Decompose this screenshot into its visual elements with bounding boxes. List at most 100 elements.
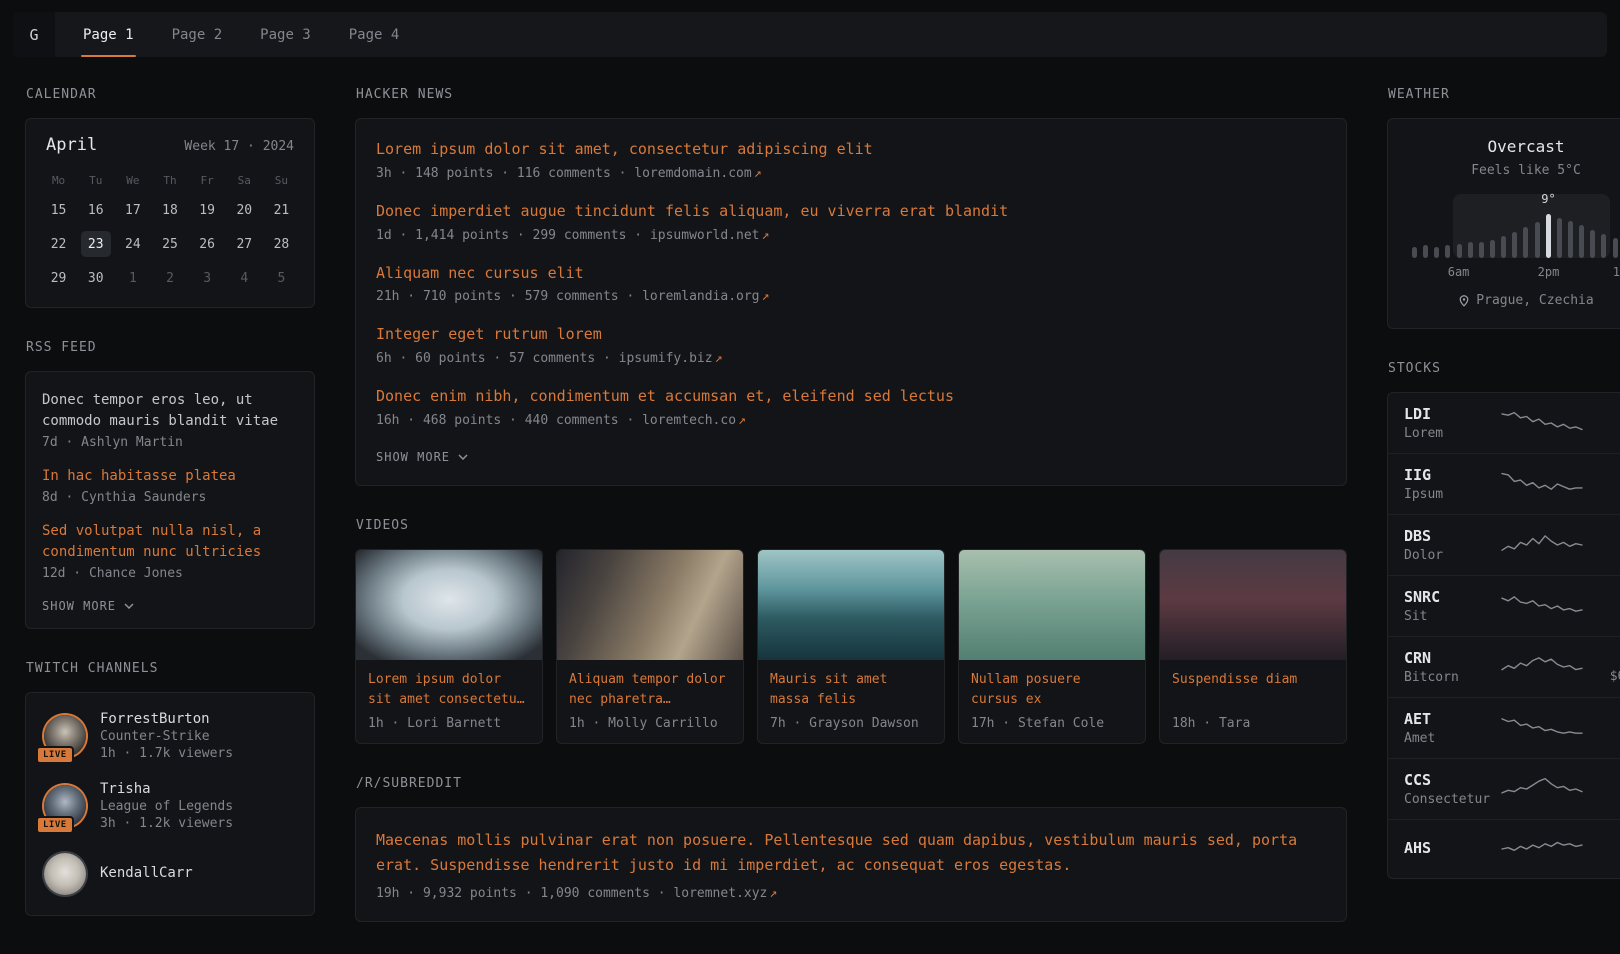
hacker-news-item-meta: 6h · 60 points · 57 comments · ipsumify.… (376, 351, 1326, 366)
weather-bar (1490, 240, 1495, 258)
stock-change: +1.42% (1584, 528, 1620, 544)
stock-values: +1.42% $156.28 (1584, 528, 1620, 562)
video-card[interactable]: Lorem ipsum dolor sit amet consectetu… 1… (355, 549, 543, 744)
weather-bar (1613, 238, 1618, 258)
stock-values: +0.51% $165.84 (1584, 772, 1620, 806)
hacker-news-item: Integer eget rutrum lorem 6h · 60 points… (376, 324, 1326, 366)
stock-price (1584, 851, 1620, 866)
twitch-channel-row[interactable]: LIVE ForrestBurton Counter-Strike 1h · 1… (42, 711, 298, 761)
calendar-day: 22 (40, 231, 77, 257)
weather-bar (1590, 230, 1595, 258)
weather-widget: WEATHER Overcast Feels like 5°C 9° 6am2p… (1387, 87, 1620, 329)
stock-sparkline (1500, 408, 1584, 438)
twitch-channel-name: ForrestBurton (100, 711, 233, 727)
stock-change: -1.00% (1584, 650, 1620, 666)
hacker-news-card: Lorem ipsum dolor sit amet, consectetur … (355, 118, 1347, 486)
stock-id: DBS Dolor (1404, 527, 1500, 563)
avatar (44, 853, 86, 895)
live-badge: LIVE (36, 746, 74, 764)
video-meta: 7h · Grayson Dawson (770, 716, 932, 731)
stock-row[interactable]: CRN Bitcorn -1.00% $66,171.48 (1388, 636, 1620, 697)
subreddit-post-domain[interactable]: loremnet.xyz (673, 886, 767, 901)
hacker-news-item-title[interactable]: Donec enim nibh, condimentum et accumsan… (376, 386, 1326, 408)
stock-values: +2.84% $42.04 (1584, 467, 1620, 501)
weather-bar (1468, 242, 1473, 258)
weather-time-label: 10pm (1613, 265, 1620, 279)
calendar-day-header: Fr (189, 171, 226, 189)
twitch-channel-row[interactable]: KendallCarr (42, 851, 298, 897)
stock-name: Lorem (1404, 426, 1500, 441)
rss-item-title[interactable]: In hac habitasse platea (42, 466, 298, 487)
video-title: Mauris sit amet massa felis (770, 670, 932, 710)
hacker-news-item-domain[interactable]: ipsumify.biz (619, 351, 713, 366)
rss-show-more-button[interactable]: SHOW MORE (42, 599, 134, 613)
twitch-channel-meta: 1h · 1.7k viewers (100, 746, 233, 761)
stock-ticker: CCS (1404, 771, 1500, 789)
nav-tab[interactable]: Page 1 (81, 12, 136, 57)
weather-bars (1408, 212, 1620, 258)
hacker-news-item: Lorem ipsum dolor sit amet, consectetur … (376, 139, 1326, 181)
calendar-day: 29 (40, 265, 77, 291)
calendar-day: 15 (40, 197, 77, 223)
hacker-news-item-domain[interactable]: loremtech.co (642, 413, 736, 428)
calendar-day-header: Tu (77, 171, 114, 189)
hacker-news-item-title[interactable]: Integer eget rutrum lorem (376, 324, 1326, 346)
video-thumbnail (758, 550, 944, 660)
stock-row[interactable]: CCS Consectetur +0.51% $165.84 (1388, 758, 1620, 819)
nav-tab-label: Page 3 (260, 27, 311, 43)
stock-sparkline (1500, 469, 1584, 499)
hacker-news-show-more-button[interactable]: SHOW MORE (376, 450, 468, 464)
stock-sparkline (1500, 713, 1584, 743)
calendar-day: 16 (77, 197, 114, 223)
video-card-body: Nullam posuere cursus ex 17h · Stefan Co… (959, 660, 1145, 743)
stock-row[interactable]: AET Amet +0.92% $499.72 (1388, 697, 1620, 758)
hacker-news-item-domain[interactable]: loremdomain.com (634, 166, 751, 181)
hacker-news-item: Donec enim nibh, condimentum et accumsan… (376, 386, 1326, 428)
stocks-section-title: STOCKS (1388, 361, 1620, 376)
weather-bar (1512, 232, 1517, 258)
hacker-news-item-meta: 1d · 1,414 points · 299 comments · ipsum… (376, 228, 1326, 243)
stock-row[interactable]: SNRC Sit +1.36% $148.64 (1388, 575, 1620, 636)
stock-sparkline (1500, 774, 1584, 804)
twitch-channel-info: Trisha League of Legends 3h · 1.2k viewe… (100, 781, 233, 831)
rss-item-title[interactable]: Sed volutpat nulla nisl, a condimentum n… (42, 521, 298, 563)
stock-ticker: CRN (1404, 649, 1500, 667)
external-link-icon: ↗ (715, 351, 723, 366)
video-meta: 1h · Molly Carrillo (569, 716, 731, 731)
twitch-channel-row[interactable]: LIVE Trisha League of Legends 3h · 1.2k … (42, 781, 298, 831)
hacker-news-item-domain[interactable]: ipsumworld.net (650, 228, 760, 243)
subreddit-post-title[interactable]: Maecenas mollis pulvinar erat non posuer… (376, 828, 1326, 878)
video-meta: 18h · Tara (1172, 716, 1334, 731)
external-link-icon: ↗ (762, 228, 770, 243)
calendar-week-year: Week 17 · 2024 (184, 139, 294, 154)
video-card-body: Mauris sit amet massa felis 7h · Grayson… (758, 660, 944, 743)
twitch-channel-info: ForrestBurton Counter-Strike 1h · 1.7k v… (100, 711, 233, 761)
stock-row[interactable]: AHS +0.46% (1388, 819, 1620, 878)
weather-location-label: Prague, Czechia (1476, 293, 1593, 308)
nav-tab-label: Page 2 (172, 27, 223, 43)
video-card[interactable]: Suspendisse diam 18h · Tara (1159, 549, 1347, 744)
nav-tab[interactable]: Page 4 (347, 12, 402, 57)
stock-values: +1.36% $148.64 (1584, 589, 1620, 623)
calendar-day: 25 (151, 231, 188, 257)
hacker-news-item-title[interactable]: Donec imperdiet augue tincidunt felis al… (376, 201, 1326, 223)
video-card[interactable]: Mauris sit amet massa felis 7h · Grayson… (757, 549, 945, 744)
stock-row[interactable]: DBS Dolor +1.42% $156.28 (1388, 514, 1620, 575)
nav-tab[interactable]: Page 3 (258, 12, 313, 57)
video-card[interactable]: Aliquam tempor dolor nec pharetra… 1h · … (556, 549, 744, 744)
videos-row: Lorem ipsum dolor sit amet consectetu… 1… (355, 549, 1347, 744)
stock-id: SNRC Sit (1404, 588, 1500, 624)
rss-item-title[interactable]: Donec tempor eros leo, ut commodo mauris… (42, 390, 298, 432)
stock-row[interactable]: LDI Lorem +4.35% $795.18 (1388, 393, 1620, 453)
stock-change: +0.51% (1584, 772, 1620, 788)
hacker-news-item-domain[interactable]: loremlandia.org (642, 289, 759, 304)
hacker-news-item-meta: 3h · 148 points · 116 comments · loremdo… (376, 166, 1326, 181)
video-thumbnail (356, 550, 542, 660)
video-card[interactable]: Nullam posuere cursus ex 17h · Stefan Co… (958, 549, 1146, 744)
hacker-news-item-title[interactable]: Aliquam nec cursus elit (376, 263, 1326, 285)
hacker-news-item-title[interactable]: Lorem ipsum dolor sit amet, consectetur … (376, 139, 1326, 161)
stock-row[interactable]: IIG Ipsum +2.84% $42.04 (1388, 453, 1620, 514)
twitch-channel-info: KendallCarr (100, 865, 193, 883)
videos-section-title: VIDEOS (356, 518, 1347, 533)
nav-tab[interactable]: Page 2 (170, 12, 225, 57)
